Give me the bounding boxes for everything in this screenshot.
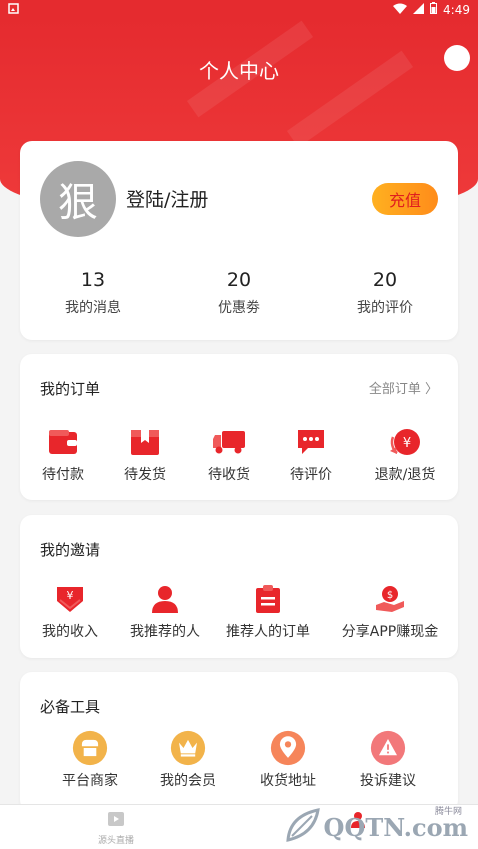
order-pending-receipt[interactable]: 待收货 xyxy=(194,424,264,484)
tool-shipping-address[interactable]: 收货地址 xyxy=(248,730,328,790)
income-icon: ¥ xyxy=(52,581,88,617)
truck-icon xyxy=(211,424,247,460)
avatar[interactable]: 狠 xyxy=(40,161,116,237)
status-time: 4:49 xyxy=(443,2,470,17)
tool-platform-merchants[interactable]: 平台商家 xyxy=(50,730,130,790)
signal-icon xyxy=(413,2,425,17)
tools-card: 必备工具 平台商家 我的会员 收货地址 投诉建议 xyxy=(20,672,458,812)
play-icon xyxy=(107,811,125,831)
status-bar: 4:49 xyxy=(0,0,478,19)
watermark-logo: QQTN.com 腾牛网 xyxy=(284,806,468,848)
tool-complaints[interactable]: 投诉建议 xyxy=(348,730,428,790)
profile-card: 狠 登陆/注册 充值 13 我的消息 20 优惠劵 20 我的评价 xyxy=(20,141,458,340)
orders-card: 我的订单 全部订单 〉 待付款 待发货 待收货 待评价 ¥ 退款/退货 xyxy=(20,354,458,500)
tools-title: 必备工具 xyxy=(40,698,101,716)
svg-text:$: $ xyxy=(387,590,393,601)
notification-icon xyxy=(8,2,19,17)
orders-title: 我的订单 xyxy=(40,380,101,398)
tool-my-membership[interactable]: 我的会员 xyxy=(148,730,228,790)
login-register-link[interactable]: 登陆/注册 xyxy=(126,185,208,212)
chat-icon xyxy=(293,424,329,460)
shop-icon xyxy=(72,730,108,766)
package-icon xyxy=(127,424,163,460)
wifi-icon xyxy=(393,3,408,17)
profile-stats: 13 我的消息 20 优惠劵 20 我的评价 xyxy=(20,269,458,317)
invite-share-app[interactable]: $ 分享APP赚现金 xyxy=(332,581,448,641)
clipboard-icon xyxy=(250,581,286,617)
recharge-button[interactable]: 充值 xyxy=(372,183,438,215)
warning-icon xyxy=(370,730,406,766)
stat-reviews[interactable]: 20 我的评价 xyxy=(312,269,458,317)
page-title: 个人中心 xyxy=(199,59,279,83)
stat-coupons[interactable]: 20 优惠劵 xyxy=(166,269,312,317)
person-icon xyxy=(147,581,183,617)
wallet-icon xyxy=(45,424,81,460)
order-pending-review[interactable]: 待评价 xyxy=(276,424,346,484)
invite-referred-people[interactable]: 我推荐的人 xyxy=(120,581,210,641)
invite-income[interactable]: ¥ 我的收入 xyxy=(34,581,106,641)
leaf-icon xyxy=(284,806,324,848)
svg-text:¥: ¥ xyxy=(67,589,74,602)
svg-text:¥: ¥ xyxy=(403,436,411,451)
battery-icon xyxy=(430,2,438,17)
order-refund[interactable]: ¥ 退款/退货 xyxy=(360,424,450,484)
location-icon xyxy=(270,730,306,766)
cash-hand-icon: $ xyxy=(372,581,408,617)
stat-messages[interactable]: 13 我的消息 xyxy=(20,269,166,317)
nav-live[interactable]: 源头直播 xyxy=(98,811,134,846)
refund-icon: ¥ xyxy=(387,424,423,460)
crown-icon xyxy=(170,730,206,766)
all-orders-link[interactable]: 全部订单 〉 xyxy=(369,378,438,397)
floating-bubble[interactable] xyxy=(444,45,470,71)
invite-title: 我的邀请 xyxy=(40,541,101,559)
order-pending-shipment[interactable]: 待发货 xyxy=(110,424,180,484)
invite-referrer-orders[interactable]: 推荐人的订单 xyxy=(220,581,316,641)
order-pending-payment[interactable]: 待付款 xyxy=(28,424,98,484)
invite-card: 我的邀请 ¥ 我的收入 我推荐的人 推荐人的订单 $ 分享APP赚现金 xyxy=(20,515,458,658)
